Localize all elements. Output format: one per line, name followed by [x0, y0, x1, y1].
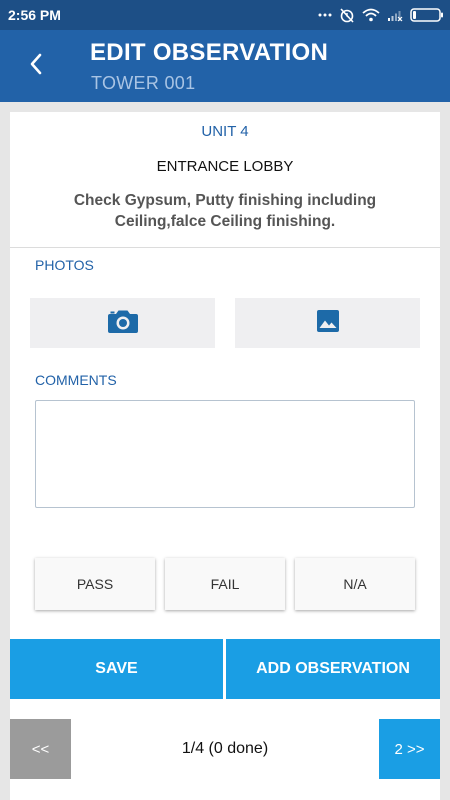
unit-label: UNIT 4: [201, 123, 249, 140]
check-description: Check Gypsum, Putty finishing including …: [73, 192, 377, 230]
wifi-icon: [362, 8, 380, 22]
chevron-left-icon: [29, 53, 43, 80]
status-time: 2:56 PM: [8, 7, 61, 23]
pass-button[interactable]: PASS: [35, 558, 155, 610]
previous-page-button[interactable]: <<: [10, 719, 71, 779]
status-icons: [318, 6, 444, 24]
na-button[interactable]: N/A: [295, 558, 415, 610]
status-bar: 2:56 PM: [0, 0, 450, 30]
app-header: EDIT OBSERVATION TOWER 001: [0, 30, 450, 102]
back-button[interactable]: [16, 46, 56, 86]
more-dots-icon: [318, 13, 332, 17]
cellular-signal-icon: [387, 8, 403, 22]
camera-icon: [107, 308, 139, 339]
save-button[interactable]: SAVE: [10, 639, 223, 699]
observation-card: UNIT 4 ENTRANCE LOBBY Check Gypsum, Putt…: [10, 112, 440, 800]
alarm-off-icon: [339, 7, 355, 23]
page-subtitle: TOWER 001: [91, 73, 196, 93]
choose-image-button[interactable]: [235, 298, 420, 348]
add-observation-button[interactable]: ADD OBSERVATION: [226, 639, 440, 699]
fail-button[interactable]: FAIL: [165, 558, 285, 610]
comments-label: COMMENTS: [35, 372, 117, 388]
photos-label: PHOTOS: [35, 257, 94, 273]
page-title: EDIT OBSERVATION: [90, 39, 329, 66]
next-page-button[interactable]: 2 >>: [379, 719, 440, 779]
battery-icon: [410, 8, 444, 22]
pager: << 1/4 (0 done) 2 >>: [10, 719, 440, 779]
comments-field[interactable]: [35, 400, 415, 508]
location-label: ENTRANCE LOBBY: [156, 158, 294, 175]
take-photo-button[interactable]: [30, 298, 215, 348]
image-icon: [316, 309, 340, 338]
divider: [10, 247, 440, 248]
pager-status: 1/4 (0 done): [181, 740, 269, 757]
